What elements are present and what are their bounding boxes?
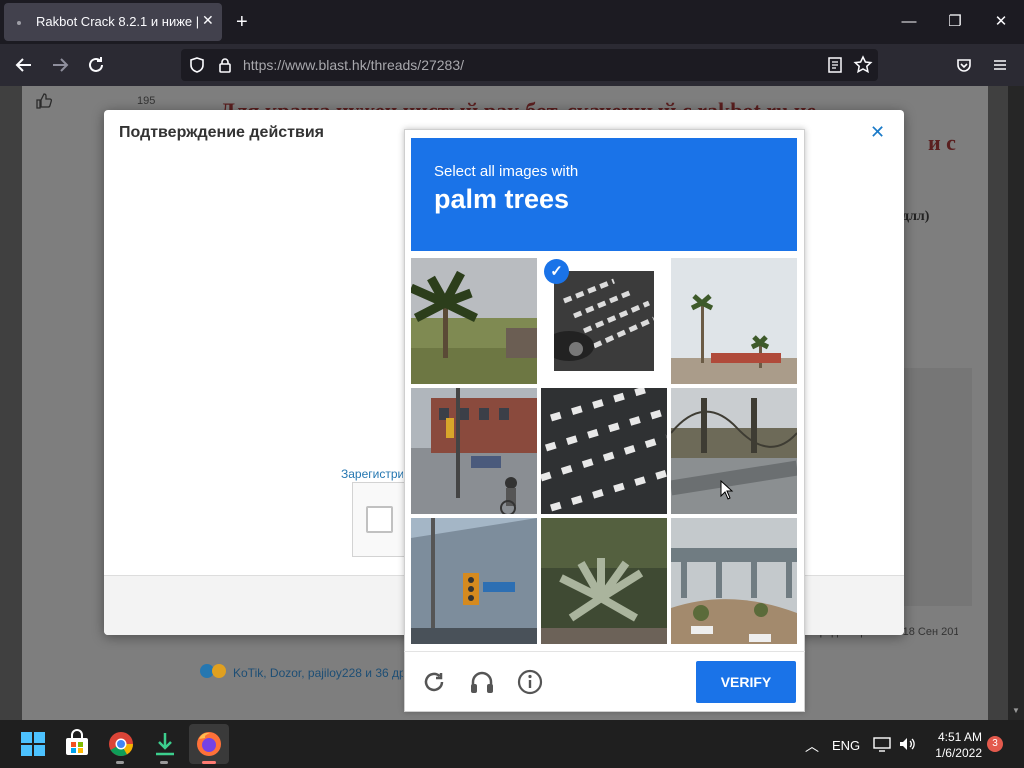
back-button[interactable] — [12, 53, 36, 77]
crosswalk-shadows-image — [541, 388, 667, 514]
notification-badge[interactable]: 3 — [987, 736, 1003, 752]
page-scrollbar[interactable]: ▼ — [1008, 86, 1024, 720]
firefox-active-indicator — [202, 761, 216, 764]
captcha-tile-7[interactable] — [411, 518, 537, 644]
mouse-cursor-icon — [720, 480, 734, 500]
tile-selected-check-icon: ✓ — [544, 259, 569, 284]
captcha-tile-1[interactable] — [411, 258, 537, 384]
shield-icon[interactable] — [188, 56, 206, 74]
bookmark-star-icon[interactable] — [853, 55, 873, 75]
audio-challenge-icon[interactable] — [468, 668, 496, 696]
network-icon[interactable] — [873, 736, 891, 752]
tab-favicon — [17, 21, 21, 25]
verify-button[interactable]: VERIFY — [696, 661, 796, 703]
browser-tab[interactable]: Rakbot Crack 8.2.1 и ниже | BLAST ✕ — [4, 3, 222, 41]
new-tab-button[interactable]: + — [236, 12, 248, 32]
chrome-running-indicator — [116, 761, 124, 764]
store-icon[interactable] — [62, 729, 92, 759]
recaptcha-checkbox[interactable] — [366, 506, 393, 533]
restore-button[interactable]: ❐ — [945, 12, 965, 32]
post-side-text: длл) — [902, 209, 930, 224]
palm-bush-image — [541, 518, 667, 644]
url-host: https://www.blast.hk — [243, 57, 367, 73]
back-arrow-icon — [15, 58, 31, 72]
clock-time: 4:51 AM — [937, 730, 982, 744]
url-path: /threads/27283/ — [366, 57, 465, 73]
palm-street-image — [671, 258, 797, 384]
captcha-divider — [404, 651, 805, 652]
forward-arrow-icon — [53, 58, 69, 72]
reader-view-icon[interactable] — [826, 56, 844, 74]
overpass-image — [671, 518, 797, 644]
minimize-button[interactable]: — — [899, 12, 919, 32]
captcha-target: palm trees — [434, 184, 570, 214]
tray-overflow-chevron-icon[interactable]: ︿ — [805, 736, 819, 756]
bridge-image — [671, 388, 797, 514]
modal-title: Подтверждение действия — [119, 124, 325, 141]
menu-icon[interactable] — [991, 56, 1009, 74]
volume-icon[interactable] — [898, 736, 916, 752]
windows-start-icon[interactable] — [18, 729, 48, 759]
clock-date: 1/6/2022 — [935, 746, 982, 760]
captcha-tile-4[interactable] — [411, 388, 537, 514]
thumbs-up-icon[interactable] — [35, 92, 53, 110]
firefox-icon[interactable] — [194, 729, 224, 759]
captcha-header: Select all images with palm trees — [411, 138, 797, 251]
reaction-icons — [200, 664, 230, 680]
captcha-tile-5[interactable] — [541, 388, 667, 514]
forward-button[interactable] — [48, 53, 72, 77]
register-link[interactable]: Зарегистрироваться — [341, 467, 403, 481]
post-count: 195 — [137, 95, 156, 107]
refresh-icon[interactable] — [420, 668, 448, 696]
reload-icon — [89, 57, 103, 72]
scroll-down-icon[interactable]: ▼ — [1012, 706, 1020, 715]
post-heading-line-2: и с — [928, 130, 956, 155]
captcha-tile-3[interactable] — [671, 258, 797, 384]
traffic-light-image — [411, 518, 537, 644]
info-icon[interactable] — [516, 668, 544, 696]
modal-close-icon[interactable]: ✕ — [870, 122, 885, 143]
reactions-list[interactable]: KoTik, Dozor, pajiloy228 и 36 других — [233, 666, 403, 680]
system-clock[interactable]: 4:51 AM 1/6/2022 — [926, 729, 982, 761]
chrome-icon[interactable] — [106, 729, 136, 759]
close-window-button[interactable]: ✕ — [991, 12, 1011, 32]
url-text[interactable]: https://www.blast.hk/threads/27283/ — [243, 57, 464, 73]
captcha-tile-9[interactable] — [671, 518, 797, 644]
pocket-icon[interactable] — [955, 56, 973, 74]
crosswalk-image — [554, 271, 654, 371]
reload-button[interactable] — [84, 53, 108, 77]
lock-icon[interactable] — [216, 56, 234, 74]
download-running-indicator — [160, 761, 168, 764]
language-indicator[interactable]: ENG — [832, 738, 860, 753]
captcha-tile-6[interactable] — [671, 388, 797, 514]
tab-title: Rakbot Crack 8.2.1 и ниже | BLAST — [36, 14, 200, 29]
tab-close-icon[interactable]: ✕ — [202, 12, 214, 29]
town-intersection-image — [411, 388, 537, 514]
captcha-instruction: Select all images with — [434, 163, 579, 180]
captcha-tile-8[interactable] — [541, 518, 667, 644]
download-icon[interactable] — [150, 729, 180, 759]
palm-tree-image — [411, 258, 537, 384]
